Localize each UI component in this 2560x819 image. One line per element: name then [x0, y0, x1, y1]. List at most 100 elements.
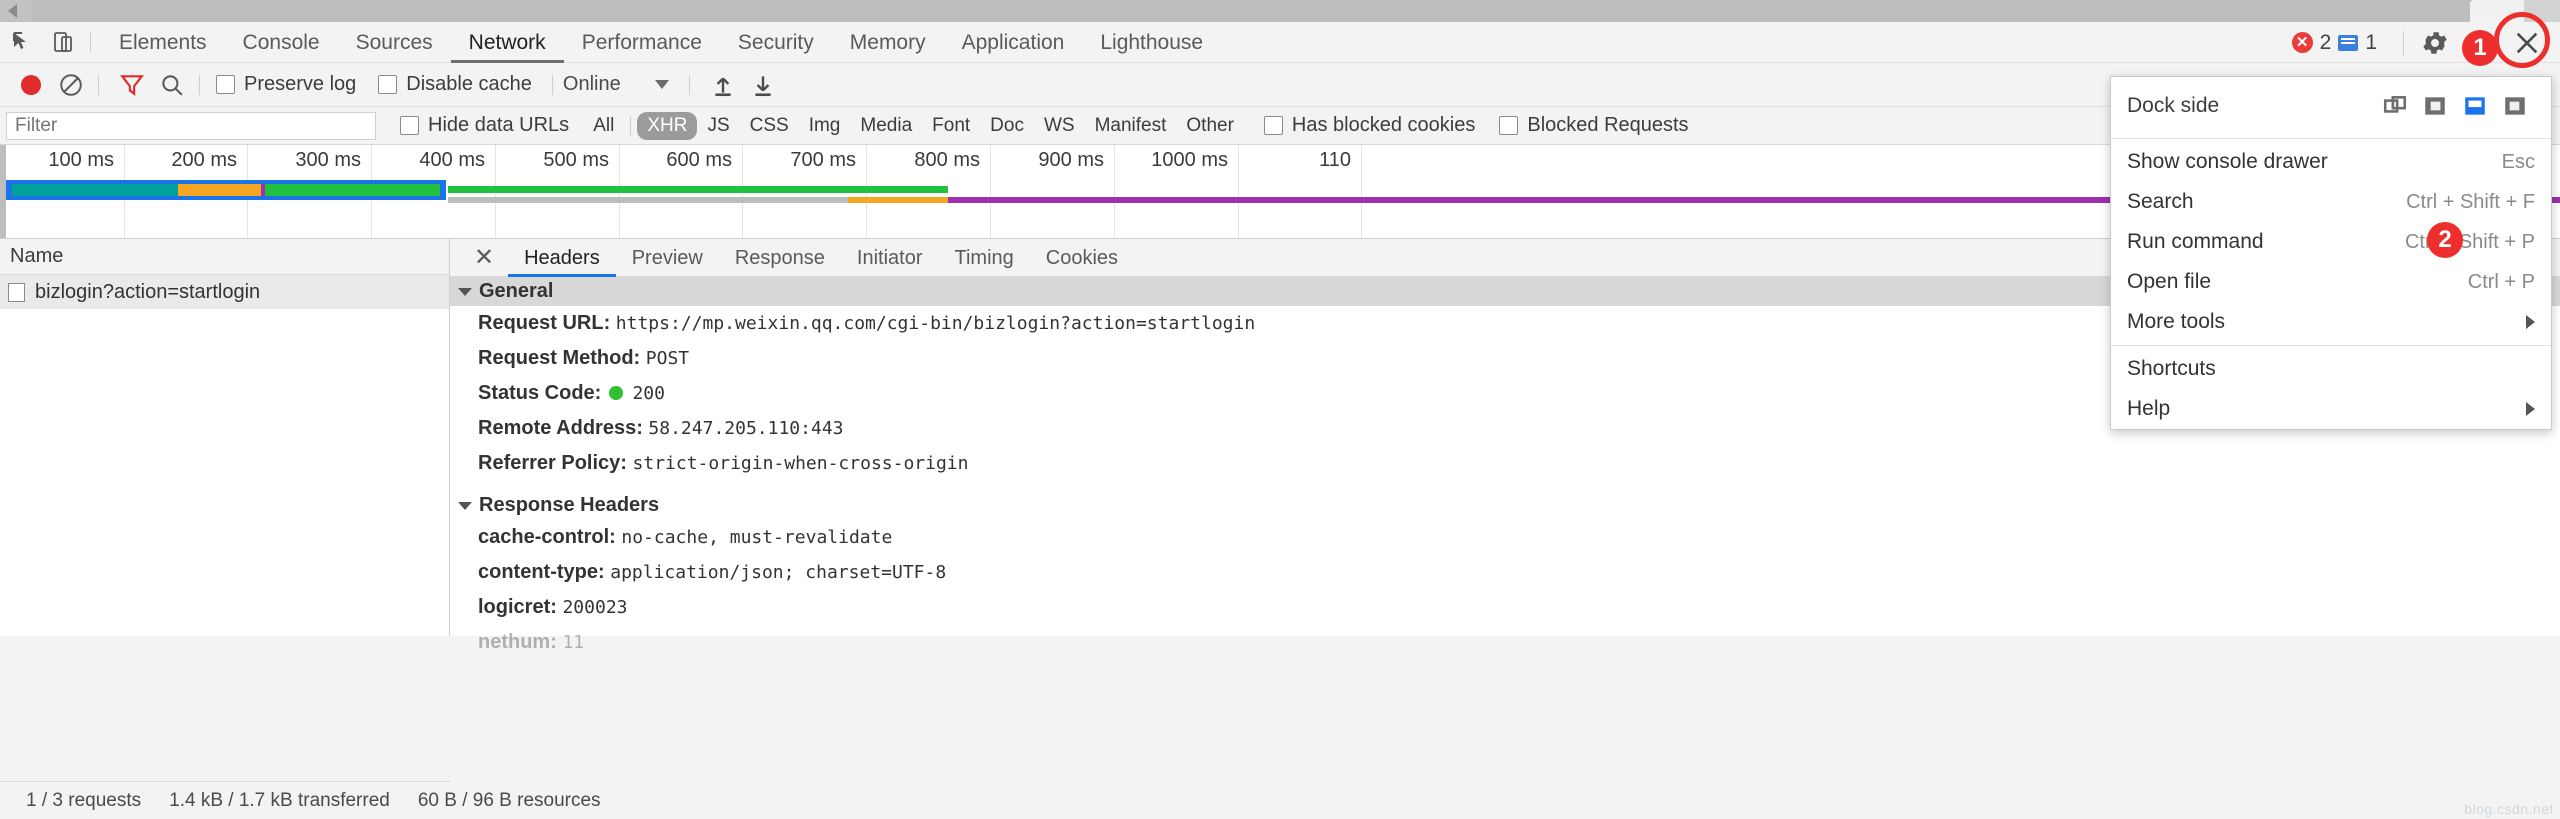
request-name: bizlogin?action=startlogin [35, 280, 261, 303]
menu-item-open-file[interactable]: Open file Ctrl + P [2111, 262, 2551, 302]
table-row[interactable]: bizlogin?action=startlogin [0, 275, 449, 309]
overview-bar-green [265, 184, 440, 196]
tab-initiator[interactable]: Initiator [841, 239, 939, 277]
hide-data-urls-checkbox[interactable]: Hide data URLs [400, 114, 569, 137]
menu-item-shortcut: Ctrl + P [2467, 270, 2535, 293]
status-transferred: 1.4 kB / 1.7 kB transferred [169, 789, 390, 811]
dock-to-right-icon[interactable] [2495, 86, 2535, 126]
tab-network[interactable]: Network [451, 22, 564, 63]
error-circle-icon: ✕ [2291, 32, 2313, 53]
menu-item-more-tools[interactable]: More tools [2111, 302, 2551, 342]
detail-key: Referrer Policy: [478, 452, 627, 474]
filter-type-ws[interactable]: WS [1034, 112, 1085, 140]
tab-performance[interactable]: Performance [564, 22, 720, 63]
menu-item-run-command[interactable]: Run command Ctrl + Shift + P [2111, 222, 2551, 262]
request-list-header[interactable]: Name [0, 239, 449, 275]
tab-security[interactable]: Security [720, 22, 832, 63]
tab-console[interactable]: Console [225, 22, 338, 63]
detail-value: POST [645, 348, 690, 369]
issues-badge[interactable]: ✕ 2 1 [2291, 30, 2377, 55]
filter-type-all[interactable]: All [583, 112, 624, 140]
throttling-select[interactable]: Online [563, 73, 669, 96]
toolbar-right-group: ✕ 2 1 [2291, 22, 2560, 63]
filter-input[interactable] [6, 111, 376, 140]
menu-item-show-console-drawer[interactable]: Show console drawer Esc [2111, 142, 2551, 182]
tab-application[interactable]: Application [944, 22, 1083, 63]
detail-key: Request URL: [478, 312, 611, 334]
close-icon[interactable] [2508, 24, 2546, 62]
filter-type-manifest[interactable]: Manifest [1085, 112, 1177, 140]
dock-to-left-icon[interactable] [2415, 86, 2455, 126]
request-checkbox[interactable] [8, 282, 25, 302]
menu-divider [2111, 345, 2551, 346]
detail-key: nethum: [478, 631, 557, 653]
overview-tick-label: 700 ms [790, 149, 856, 171]
preserve-log-checkbox[interactable]: Preserve log [216, 73, 356, 96]
tab-timing[interactable]: Timing [939, 239, 1030, 277]
filter-type-other[interactable]: Other [1176, 112, 1244, 140]
section-response-headers-title: Response Headers [479, 494, 660, 516]
checkbox-box [216, 75, 235, 94]
overview-bar-gray [448, 197, 848, 203]
filter-type-media[interactable]: Media [850, 112, 922, 140]
browser-active-tab[interactable] [2470, 0, 2530, 22]
detail-value: 58.247.205.110:443 [648, 418, 844, 439]
menu-item-help[interactable]: Help [2111, 389, 2551, 429]
tab-lighthouse[interactable]: Lighthouse [1082, 22, 1221, 63]
import-har-icon[interactable] [706, 68, 740, 102]
toolbar-divider [551, 74, 553, 95]
left-triangle-icon[interactable] [8, 4, 17, 18]
watermark: blog.csdn.net [2464, 801, 2554, 817]
toolbar-divider [688, 74, 690, 95]
close-icon[interactable]: ✕ [460, 243, 508, 272]
inspect-element-icon[interactable] [6, 25, 40, 59]
devtools-tab-list: Elements Console Sources Network Perform… [101, 22, 1221, 63]
record-button-icon[interactable] [14, 68, 48, 102]
menu-item-shortcut: Ctrl + Shift + F [2406, 190, 2535, 213]
error-count: 2 [2319, 30, 2332, 54]
column-header-name: Name [10, 245, 64, 267]
clear-network-log-icon[interactable] [54, 68, 88, 102]
device-toolbar-icon[interactable] [46, 25, 80, 59]
detail-value: 200 [632, 383, 665, 404]
tab-memory[interactable]: Memory [832, 22, 944, 63]
three-dot-menu-icon[interactable] [2462, 24, 2500, 62]
detail-row-content-type: content-type: application/json; charset=… [450, 555, 2560, 590]
tab-headers[interactable]: Headers [508, 239, 616, 277]
blocked-requests-checkbox[interactable]: Blocked Requests [1499, 114, 1689, 137]
section-response-headers-header[interactable]: Response Headers [450, 491, 2560, 520]
browser-tab-strip [32, 0, 2532, 22]
tab-elements[interactable]: Elements [101, 22, 225, 63]
overview-tick-label: 900 ms [1038, 149, 1104, 171]
disable-cache-checkbox[interactable]: Disable cache [378, 73, 532, 96]
tab-preview[interactable]: Preview [616, 239, 719, 277]
tab-response[interactable]: Response [719, 239, 841, 277]
overview-bar-orange-2 [848, 197, 948, 203]
dock-side-row: Dock side [2111, 77, 2551, 135]
detail-value: strict-origin-when-cross-origin [632, 453, 969, 474]
filter-type-img[interactable]: Img [799, 112, 851, 140]
filter-type-doc[interactable]: Doc [980, 112, 1034, 140]
undock-into-separate-window-icon[interactable] [2375, 86, 2415, 126]
filter-funnel-icon[interactable] [115, 68, 149, 102]
filter-type-font[interactable]: Font [922, 112, 980, 140]
dock-side-label: Dock side [2127, 94, 2220, 117]
menu-item-search[interactable]: Search Ctrl + Shift + F [2111, 182, 2551, 222]
devtools-screenshot: Elements Console Sources Network Perform… [0, 0, 2560, 819]
dock-to-bottom-icon[interactable] [2455, 86, 2495, 126]
export-har-icon[interactable] [746, 68, 780, 102]
search-magnifier-icon[interactable] [155, 68, 189, 102]
toolbar-divider [98, 74, 99, 95]
filter-type-js[interactable]: JS [697, 112, 739, 140]
detail-key: content-type: [478, 561, 605, 583]
tab-sources[interactable]: Sources [338, 22, 451, 63]
tab-cookies[interactable]: Cookies [1030, 239, 1134, 277]
filter-type-xhr[interactable]: XHR [637, 111, 698, 140]
section-general-title: General [479, 280, 554, 302]
menu-item-shortcut: Esc [2501, 150, 2535, 173]
menu-item-shortcuts[interactable]: Shortcuts [2111, 349, 2551, 389]
gear-icon[interactable] [2416, 24, 2454, 62]
filter-type-css[interactable]: CSS [740, 112, 799, 140]
has-blocked-cookies-checkbox[interactable]: Has blocked cookies [1263, 114, 1475, 137]
request-list-pane: Name bizlogin?action=startlogin [0, 239, 450, 636]
